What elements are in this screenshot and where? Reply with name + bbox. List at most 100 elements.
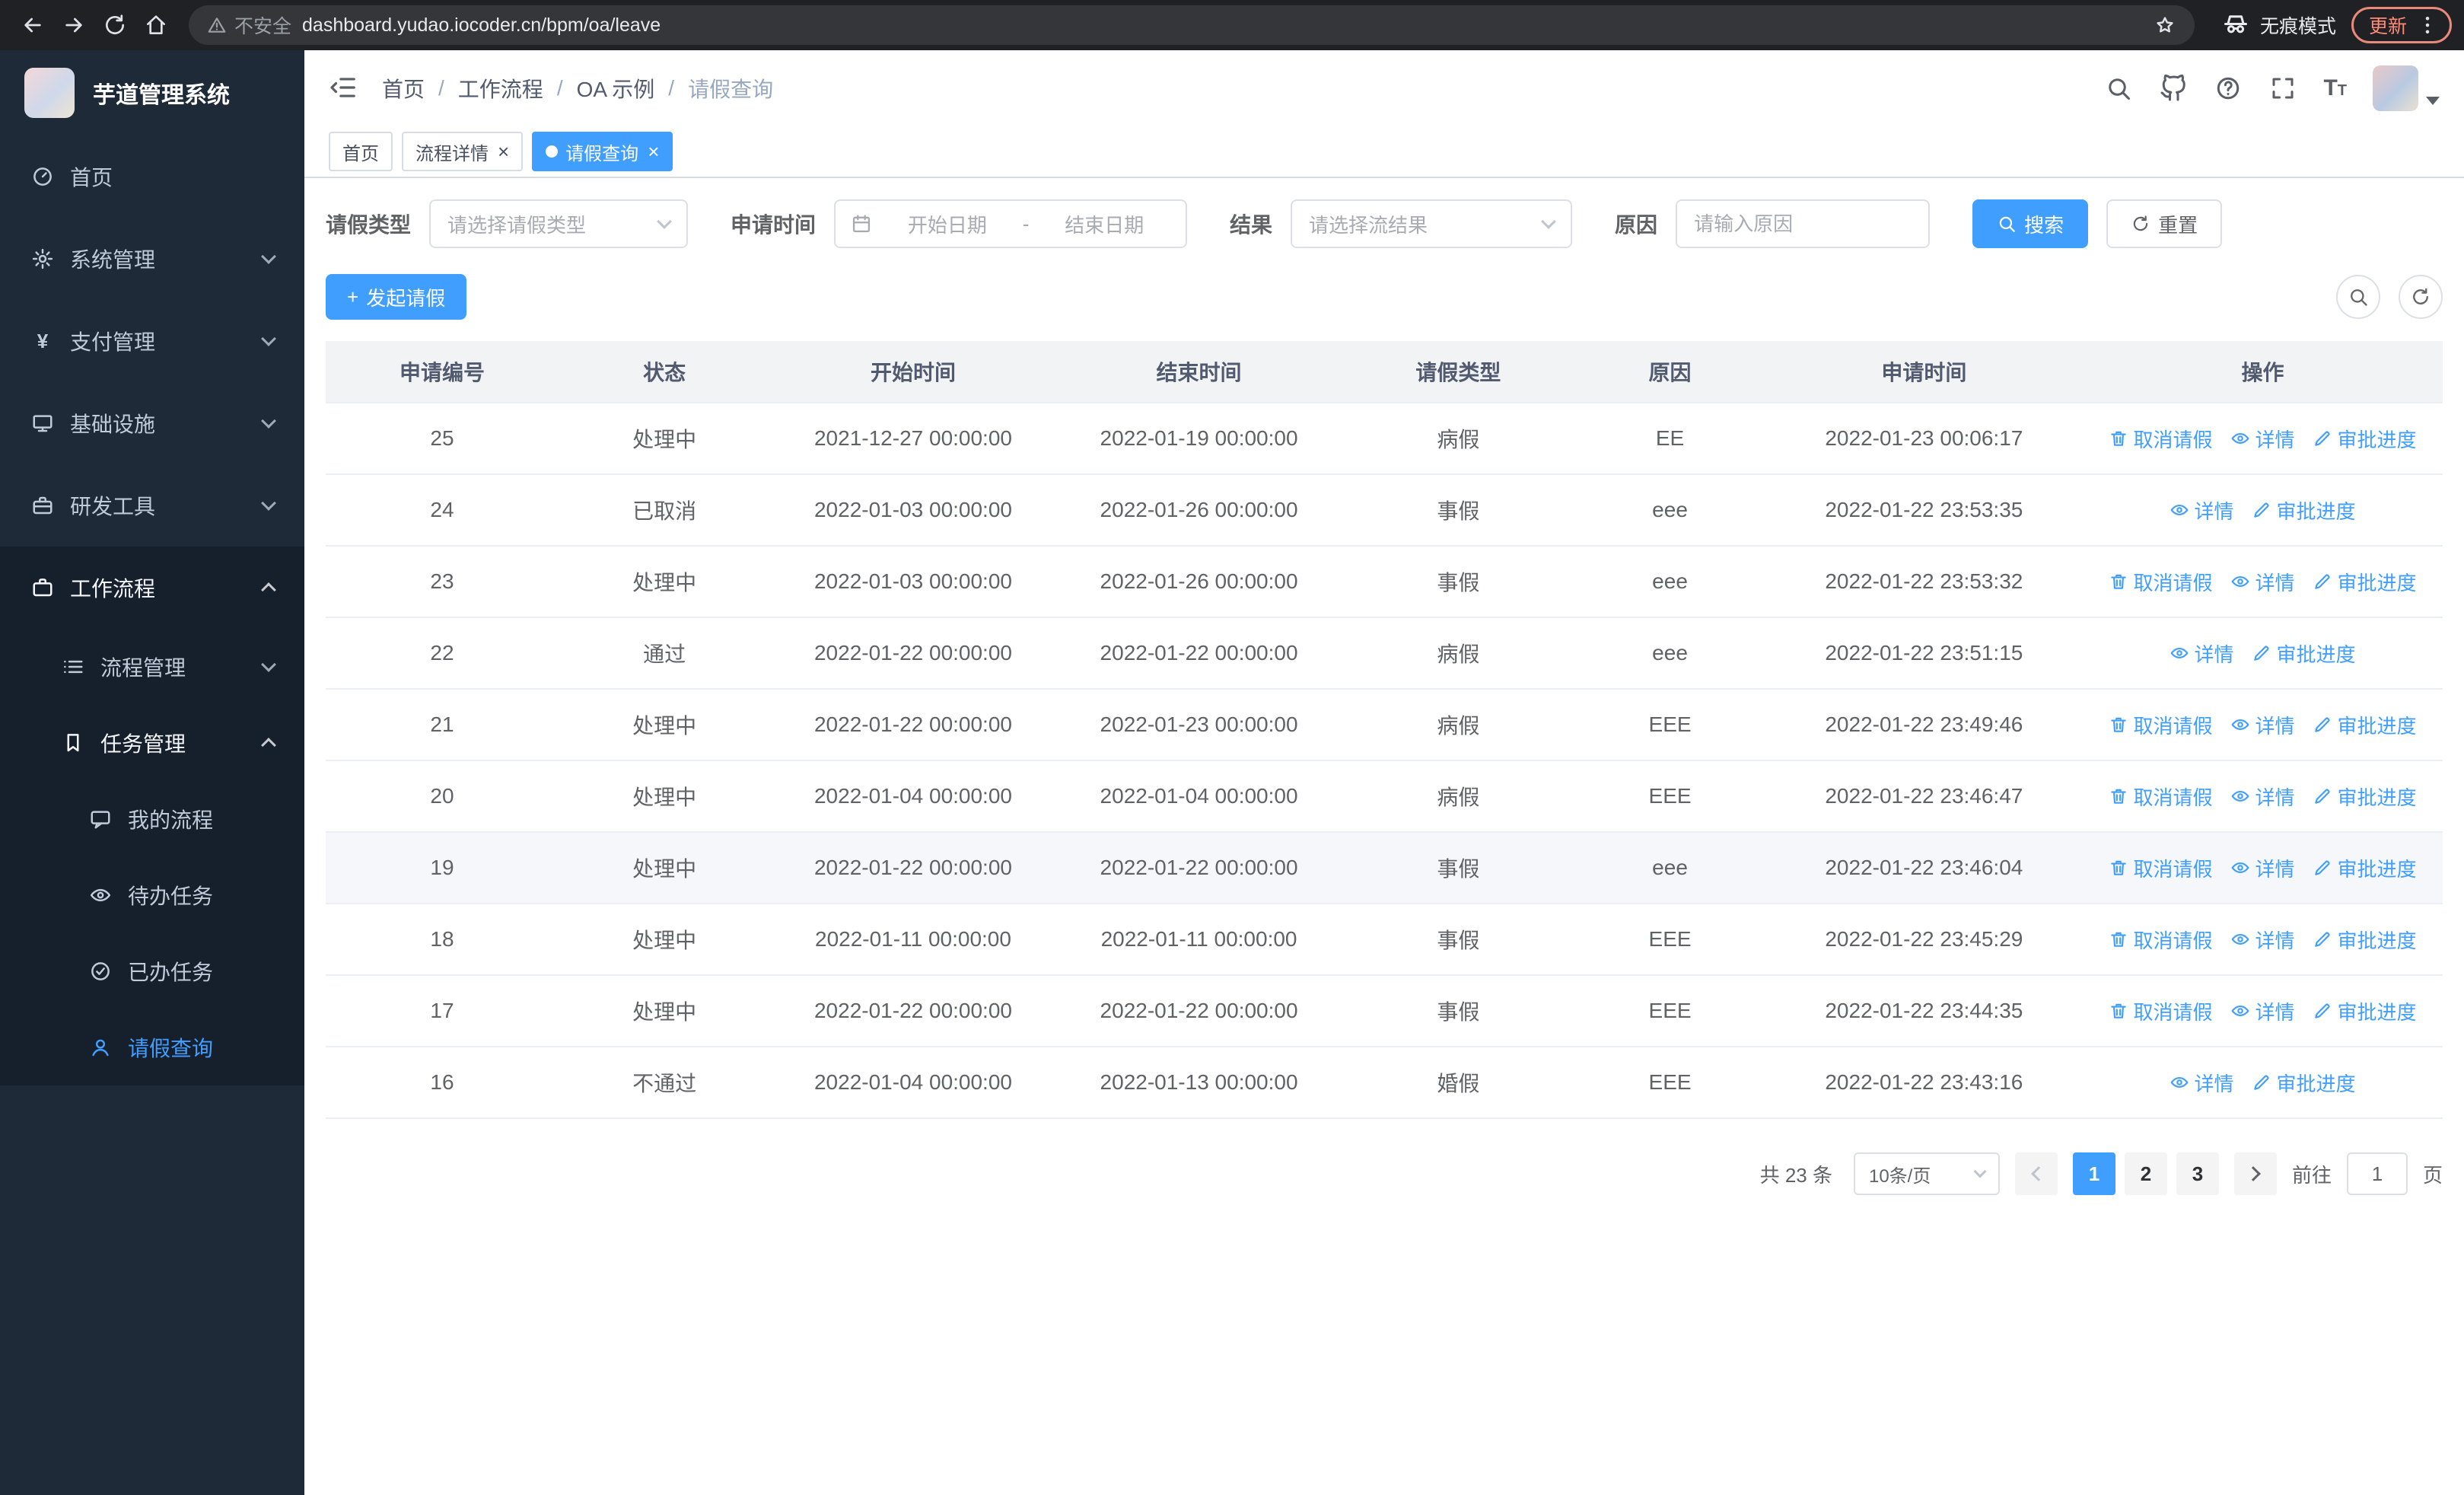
collapse-sidebar-button[interactable] — [329, 73, 359, 104]
toggle-search-button[interactable] — [2336, 275, 2380, 319]
search-button[interactable]: 搜索 — [1972, 199, 2089, 248]
sidebar-item-workflow[interactable]: 工作流程 — [0, 547, 304, 629]
leave-type-select[interactable]: 请选择请假类型 — [429, 199, 689, 248]
browser-reload-button[interactable] — [94, 5, 135, 46]
result-select[interactable]: 请选择流结果 — [1291, 199, 1573, 248]
prev-page-button[interactable] — [2014, 1152, 2058, 1195]
kebab-menu-icon[interactable] — [2416, 14, 2439, 37]
help-button[interactable] — [2214, 74, 2243, 103]
op-link-label: 审批进度 — [2276, 499, 2356, 523]
approval-progress-link[interactable]: 审批进度 — [2313, 568, 2417, 596]
sidebar-item-label: 已办任务 — [128, 961, 214, 984]
font-size-button[interactable]: TT — [2323, 77, 2347, 100]
detail-link[interactable]: 详情 — [2230, 926, 2294, 954]
fullscreen-button[interactable] — [2268, 74, 2297, 103]
address-bar[interactable]: 不安全 dashboard.yudao.iocoder.cn/bpm/oa/le… — [189, 5, 2195, 45]
sidebar-item-infra[interactable]: 基础设施 — [0, 382, 304, 464]
detail-link[interactable]: 详情 — [2230, 997, 2294, 1025]
page-number-3[interactable]: 3 — [2176, 1152, 2219, 1195]
approval-progress-link[interactable]: 审批进度 — [2252, 1069, 2356, 1097]
cell-status: 通过 — [643, 642, 686, 666]
page-size-select[interactable]: 10条/页 — [1853, 1152, 2000, 1195]
breadcrumb-item[interactable]: 首页 — [382, 73, 425, 104]
cancel-leave-link[interactable]: 取消请假 — [2109, 568, 2212, 596]
sidebar-item-system[interactable]: 系统管理 — [0, 218, 304, 300]
row-actions: 取消请假 详情 审批进度 — [2083, 833, 2443, 903]
row-actions: 取消请假 详情 审批进度 — [2083, 976, 2443, 1046]
trash-icon — [2109, 572, 2128, 591]
breadcrumb-item[interactable]: 工作流程 — [458, 73, 543, 104]
tab-close-icon[interactable]: × — [648, 142, 659, 161]
reset-button[interactable]: 重置 — [2106, 199, 2223, 248]
sidebar-item-my-process[interactable]: 我的流程 — [0, 781, 304, 857]
cell-end-time: 2022-01-13 00:00:00 — [1100, 1070, 1298, 1094]
check-icon — [88, 959, 113, 983]
sidebar-item-leave-query[interactable]: 请假查询 — [0, 1009, 304, 1085]
eye-icon — [2230, 929, 2250, 949]
tab-流程详情[interactable]: 流程详情 × — [402, 132, 524, 171]
column-header: 操作 — [2241, 361, 2284, 384]
refresh-table-button[interactable] — [2399, 275, 2443, 319]
pagination: 共 23 条 10条/页 123 前往 页 — [326, 1152, 2443, 1195]
cancel-leave-link[interactable]: 取消请假 — [2109, 425, 2212, 453]
column-header: 开始时间 — [870, 361, 956, 384]
detail-link[interactable]: 详情 — [2230, 854, 2294, 882]
sidebar-item-done-task[interactable]: 已办任务 — [0, 933, 304, 1009]
tab-请假查询[interactable]: 请假查询 × — [532, 132, 673, 171]
forward-icon — [62, 13, 86, 37]
cancel-leave-link[interactable]: 取消请假 — [2109, 854, 2212, 882]
detail-link[interactable]: 详情 — [2230, 783, 2294, 811]
chevron-down-icon — [261, 413, 276, 429]
approval-progress-link[interactable]: 审批进度 — [2313, 783, 2417, 811]
approval-progress-link[interactable]: 审批进度 — [2252, 496, 2356, 524]
approval-progress-link[interactable]: 审批进度 — [2313, 425, 2417, 453]
breadcrumb-item[interactable]: OA 示例 — [577, 73, 655, 104]
row-actions: 取消请假 详情 审批进度 — [2083, 403, 2443, 473]
cancel-leave-link[interactable]: 取消请假 — [2109, 783, 2212, 811]
approval-progress-link[interactable]: 审批进度 — [2313, 711, 2417, 739]
browser-home-button[interactable] — [135, 5, 177, 46]
header-search-button[interactable] — [2104, 74, 2133, 103]
browser-forward-button[interactable] — [53, 5, 94, 46]
cell-reason: EEE — [1648, 784, 1692, 808]
page-number-2[interactable]: 2 — [2124, 1152, 2167, 1195]
goto-page-input[interactable] — [2346, 1152, 2408, 1195]
cancel-leave-link[interactable]: 取消请假 — [2109, 926, 2212, 954]
row-actions: 取消请假 详情 审批进度 — [2083, 761, 2443, 831]
detail-link[interactable]: 详情 — [2170, 1069, 2233, 1097]
github-link[interactable] — [2159, 74, 2188, 103]
sidebar-item-todo-task[interactable]: 待办任务 — [0, 857, 304, 933]
cancel-leave-link[interactable]: 取消请假 — [2109, 997, 2212, 1025]
detail-link[interactable]: 详情 — [2230, 711, 2294, 739]
reason-input[interactable] — [1676, 199, 1931, 248]
create-leave-button[interactable]: + 发起请假 — [326, 274, 467, 320]
browser-update-button[interactable]: 更新 — [2351, 7, 2452, 43]
plus-icon: + — [347, 285, 359, 308]
browser-back-button[interactable] — [12, 5, 53, 46]
approval-progress-link[interactable]: 审批进度 — [2313, 926, 2417, 954]
approval-progress-link[interactable]: 审批进度 — [2313, 854, 2417, 882]
cancel-leave-link[interactable]: 取消请假 — [2109, 711, 2212, 739]
approval-progress-link[interactable]: 审批进度 — [2313, 997, 2417, 1025]
sidebar-item-home[interactable]: 首页 — [0, 135, 304, 218]
approval-progress-link[interactable]: 审批进度 — [2252, 639, 2356, 668]
user-menu[interactable] — [2373, 65, 2440, 111]
sidebar-item-task[interactable]: 任务管理 — [0, 705, 304, 781]
tab-首页[interactable]: 首页 — [329, 132, 393, 171]
bookmark-button[interactable] — [2154, 14, 2176, 37]
detail-link[interactable]: 详情 — [2170, 496, 2233, 524]
page-number-1[interactable]: 1 — [2072, 1152, 2115, 1195]
filter-apply-time: 申请时间 开始日期 - 结束日期 — [731, 199, 1188, 248]
detail-link[interactable]: 详情 — [2230, 425, 2294, 453]
apply-time-range-picker[interactable]: 开始日期 - 结束日期 — [834, 199, 1188, 248]
detail-link[interactable]: 详情 — [2170, 639, 2233, 668]
sidebar-item-payment[interactable]: ¥ 支付管理 — [0, 300, 304, 382]
next-page-button[interactable] — [2233, 1152, 2277, 1195]
security-chip[interactable]: 不安全 — [207, 11, 291, 39]
sidebar-item-devtools[interactable]: 研发工具 — [0, 464, 304, 547]
tab-close-icon[interactable]: × — [498, 142, 509, 161]
breadcrumb-item: 请假查询 — [688, 78, 774, 101]
sidebar-item-process[interactable]: 流程管理 — [0, 629, 304, 705]
app-logo[interactable]: 芋道管理系统 — [0, 50, 304, 135]
detail-link[interactable]: 详情 — [2230, 568, 2294, 596]
